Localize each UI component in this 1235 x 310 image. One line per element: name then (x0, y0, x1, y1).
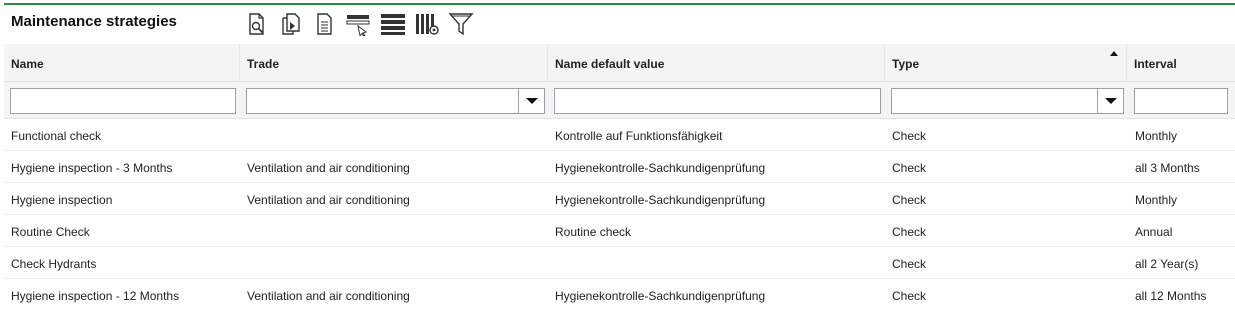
panel-header: Maintenance strategies (0, 8, 1235, 44)
cell-type: Check (892, 225, 927, 239)
column-header-label: Type (892, 57, 920, 71)
filter-type-select[interactable] (891, 88, 1124, 114)
cell-type: Check (892, 161, 927, 175)
cell-name-default: Routine check (555, 225, 632, 239)
filter-name-input[interactable] (10, 88, 236, 114)
cell-interval: all 12 Months (1135, 289, 1207, 303)
panel-accent-line (4, 3, 1235, 5)
cell-interval: Annual (1135, 225, 1173, 239)
chevron-down-icon[interactable] (518, 89, 544, 113)
cell-name: Check Hydrants (11, 257, 97, 271)
sort-ascending-icon (1110, 51, 1118, 56)
cell-type: Check (892, 129, 927, 143)
document-icon[interactable] (312, 11, 338, 37)
column-header-label: Trade (247, 57, 280, 71)
column-header-name[interactable]: Name (4, 44, 240, 81)
cell-interval: Monthly (1135, 129, 1178, 143)
filter-trade-select[interactable] (246, 88, 545, 114)
column-settings-icon[interactable] (414, 11, 440, 37)
filter-type-value (892, 89, 1097, 113)
toolbar (244, 11, 474, 37)
column-header-label: Name (11, 57, 44, 71)
cell-name: Functional check (11, 129, 102, 143)
table-row[interactable]: Check Hydrants Check all 2 Year(s) (4, 247, 1235, 279)
cell-trade: Ventilation and air conditioning (247, 193, 410, 207)
search-document-icon[interactable] (244, 11, 270, 37)
cell-type: Check (892, 257, 927, 271)
column-header-name-default[interactable]: Name default value (548, 44, 885, 81)
filter-interval-input[interactable] (1134, 88, 1228, 114)
cell-trade: Ventilation and air conditioning (247, 161, 410, 175)
table-row[interactable]: Routine Check Routine check Check Annual (4, 215, 1235, 247)
cell-type: Check (892, 193, 927, 207)
cell-trade: Ventilation and air conditioning (247, 289, 410, 303)
cell-name-default: Kontrolle auf Funktionsfähigkeit (555, 129, 723, 143)
filter-icon[interactable] (448, 11, 474, 37)
table-row[interactable]: Functional check Kontrolle auf Funktions… (4, 119, 1235, 151)
cell-interval: Monthly (1135, 193, 1178, 207)
cell-name-default: Hygienekontrolle-Sachkundigenprüfung (555, 193, 766, 207)
table-row[interactable]: Hygiene inspection - 12 Months Ventilati… (4, 279, 1235, 310)
cell-name: Routine Check (11, 225, 90, 239)
cell-name-default: Hygienekontrolle-Sachkundigenprüfung (555, 161, 766, 175)
column-header-trade[interactable]: Trade (240, 44, 548, 81)
filter-name-default-input[interactable] (554, 88, 881, 114)
filter-row (4, 81, 1235, 119)
cell-name: Hygiene inspection - 12 Months (11, 289, 180, 303)
list-rows-icon[interactable] (380, 11, 406, 37)
table-row[interactable]: Hygiene inspection Ventilation and air c… (4, 183, 1235, 215)
panel-title: Maintenance strategies (11, 13, 177, 30)
chevron-down-icon[interactable] (1097, 89, 1123, 113)
table-body: Functional check Kontrolle auf Funktions… (4, 119, 1235, 310)
column-header-label: Name default value (555, 57, 665, 71)
column-header-type[interactable]: Type (885, 44, 1127, 81)
cell-name: Hygiene inspection - 3 Months (11, 161, 173, 175)
column-header-interval[interactable]: Interval (1127, 44, 1235, 81)
cell-name: Hygiene inspection (11, 193, 113, 207)
cell-interval: all 3 Months (1135, 161, 1200, 175)
column-header-label: Interval (1134, 57, 1177, 71)
cell-interval: all 2 Year(s) (1135, 257, 1199, 271)
cell-type: Check (892, 289, 927, 303)
edit-row-icon[interactable] (346, 11, 372, 37)
cell-name-default: Hygienekontrolle-Sachkundigenprüfung (555, 289, 766, 303)
table-row[interactable]: Hygiene inspection - 3 Months Ventilatio… (4, 151, 1235, 183)
filter-trade-value (247, 89, 518, 113)
copy-document-icon[interactable] (278, 11, 304, 37)
